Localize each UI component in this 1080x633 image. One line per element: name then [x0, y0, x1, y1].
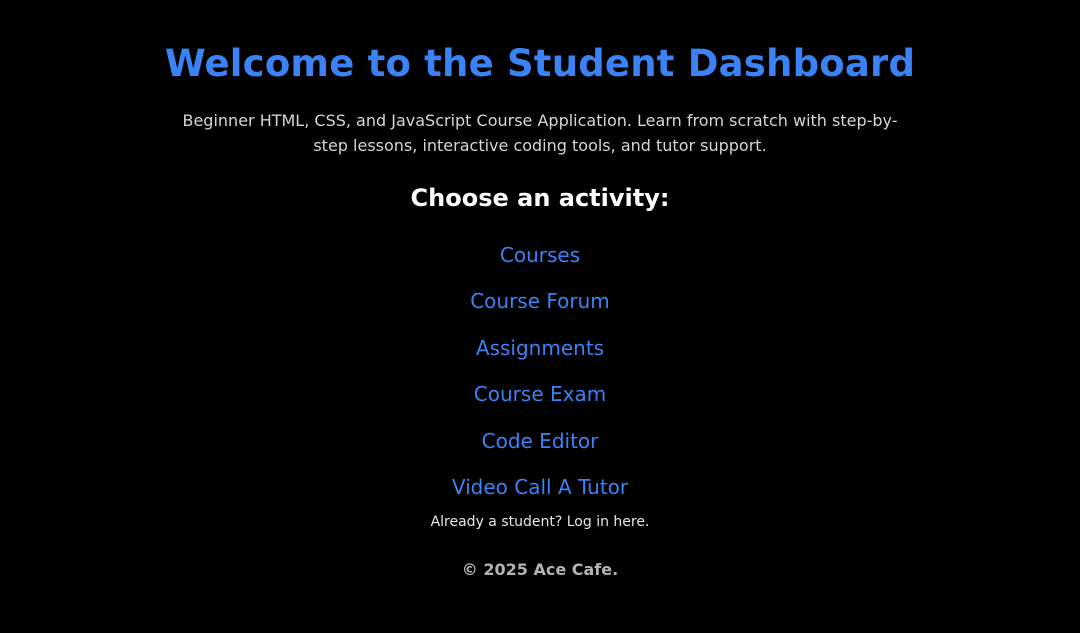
- activity-heading: Choose an activity:: [410, 184, 670, 212]
- activity-list: Courses Course Forum Assignments Course …: [0, 232, 1080, 510]
- footer-copyright: © 2025 Ace Cafe.: [461, 560, 619, 580]
- list-item: Course Exam: [0, 371, 1080, 417]
- page-title: Welcome to the Student Dashboard: [164, 42, 916, 85]
- student-dashboard-page: Welcome to the Student Dashboard Beginne…: [0, 0, 1080, 633]
- assignments-link[interactable]: Assignments: [476, 336, 604, 360]
- list-item: Code Editor: [0, 418, 1080, 464]
- code-editor-link[interactable]: Code Editor: [482, 429, 599, 453]
- list-item: Course Forum: [0, 278, 1080, 324]
- list-item: Assignments: [0, 325, 1080, 371]
- video-call-tutor-link[interactable]: Video Call A Tutor: [452, 475, 628, 499]
- login-link[interactable]: Already a student? Log in here.: [0, 511, 1080, 533]
- list-item: Video Call A Tutor: [0, 464, 1080, 510]
- list-item: Courses: [0, 232, 1080, 278]
- course-description: Beginner HTML, CSS, and JavaScript Cours…: [182, 111, 898, 155]
- courses-link[interactable]: Courses: [500, 243, 580, 267]
- course-exam-link[interactable]: Course Exam: [474, 382, 606, 406]
- course-forum-link[interactable]: Course Forum: [470, 289, 610, 313]
